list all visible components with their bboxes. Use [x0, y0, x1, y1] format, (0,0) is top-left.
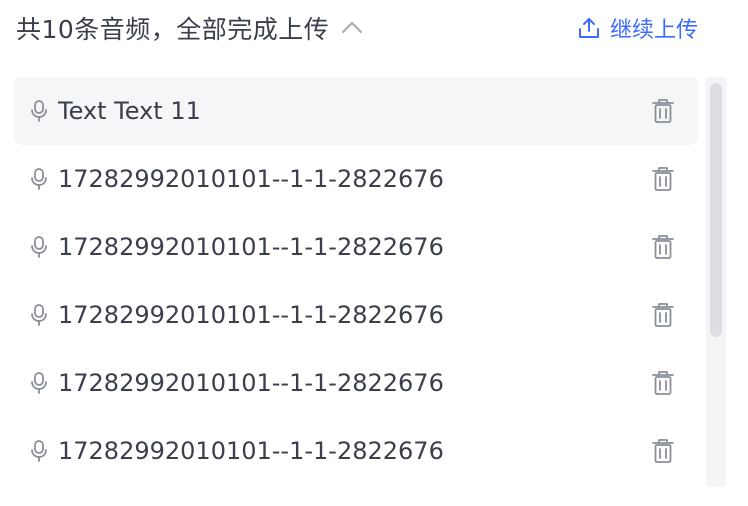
audio-file-name: 17282992010101--1-1-2822676	[58, 301, 444, 329]
audio-file-list: Text Text 11 17282992010101--1-1-2822676 1…	[14, 77, 698, 485]
upload-summary: 共10条音频，全部完成上传	[16, 10, 365, 46]
upload-header: 共10条音频，全部完成上传 继续上传	[16, 8, 698, 48]
trash-icon[interactable]	[650, 369, 676, 397]
trash-icon[interactable]	[650, 97, 676, 125]
microphone-icon	[28, 167, 50, 191]
upload-icon	[578, 17, 600, 39]
audio-file-item[interactable]: Text Text 11	[14, 77, 698, 145]
audio-file-item[interactable]: 17282992010101--1-1-2822676	[14, 281, 698, 349]
trash-icon[interactable]	[650, 233, 676, 261]
chevron-up-icon[interactable]	[339, 15, 365, 41]
microphone-icon	[28, 235, 50, 259]
continue-upload-label: 继续上传	[609, 18, 698, 43]
upload-summary-text: 共10条音频，全部完成上传	[16, 15, 330, 44]
upload-panel: 共10条音频，全部完成上传 继续上传 Text Text 11 172829920…	[0, 0, 748, 506]
audio-file-item[interactable]: 17282992010101--1-1-2822676	[14, 145, 698, 213]
scrollbar-track[interactable]	[706, 77, 726, 487]
audio-file-name: 17282992010101--1-1-2822676	[58, 233, 444, 261]
trash-icon[interactable]	[650, 301, 676, 329]
scrollbar-thumb[interactable]	[710, 83, 722, 337]
continue-upload-button[interactable]: 继续上传	[578, 12, 698, 44]
microphone-icon	[28, 371, 50, 395]
audio-file-name: Text Text 11	[58, 97, 201, 125]
audio-file-name: 17282992010101--1-1-2822676	[58, 437, 444, 465]
audio-file-item[interactable]: 17282992010101--1-1-2822676	[14, 213, 698, 281]
trash-icon[interactable]	[650, 437, 676, 465]
microphone-icon	[28, 303, 50, 327]
audio-file-item[interactable]: 17282992010101--1-1-2822676	[14, 349, 698, 417]
microphone-icon	[28, 99, 50, 123]
audio-file-name: 17282992010101--1-1-2822676	[58, 369, 444, 397]
audio-file-item[interactable]: 17282992010101--1-1-2822676	[14, 417, 698, 485]
trash-icon[interactable]	[650, 165, 676, 193]
microphone-icon	[28, 439, 50, 463]
audio-file-name: 17282992010101--1-1-2822676	[58, 165, 444, 193]
